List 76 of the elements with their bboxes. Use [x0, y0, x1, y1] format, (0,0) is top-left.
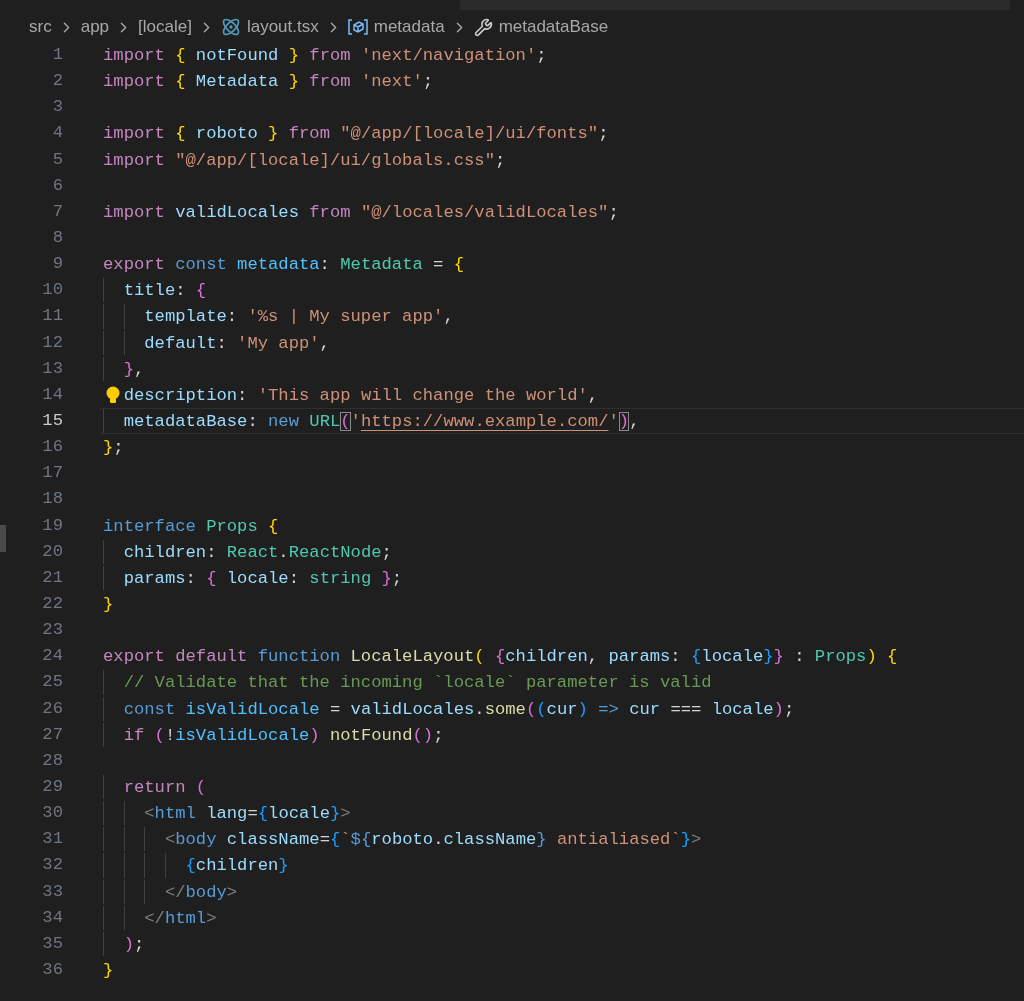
- line-number: 6: [51, 174, 63, 197]
- variable-icon: [347, 19, 368, 35]
- code-line: title: {: [123, 280, 207, 303]
- line-number: 33: [41, 880, 63, 903]
- line-number: 21: [41, 566, 63, 589]
- code-line: {children}: [185, 855, 289, 878]
- code-line: }: [103, 959, 114, 982]
- code-line: import { Metadata } from 'next';: [103, 71, 434, 94]
- breadcrumb-item[interactable]: metadataBase: [498, 14, 609, 40]
- resize-handle[interactable]: [0, 525, 6, 552]
- code-line: metadataBase: new URL('https://www.example.com/'),: [123, 410, 640, 433]
- code-line: }: [103, 593, 114, 616]
- line-number: 36: [41, 958, 63, 981]
- line-number: 3: [51, 96, 63, 119]
- code-line: };: [103, 437, 124, 460]
- line-number: 27: [41, 723, 63, 746]
- line-number: 19: [41, 514, 63, 537]
- code-line: return (: [123, 776, 207, 799]
- line-number: 7: [51, 200, 63, 223]
- line-number: 29: [41, 775, 63, 798]
- line-number: 4: [51, 122, 63, 145]
- line-number: 30: [41, 802, 63, 825]
- code-line: );: [123, 933, 145, 956]
- react-icon: [220, 17, 241, 37]
- code-line: import "@/app/[locale]/ui/globals.css";: [103, 149, 506, 172]
- breadcrumb-item[interactable]: metadata: [373, 14, 445, 40]
- line-number: 2: [51, 70, 63, 93]
- code-line: export const metadata: Metadata = {: [103, 254, 465, 277]
- code-line: if (!isValidLocale) notFound();: [123, 724, 444, 747]
- line-number: 12: [41, 331, 63, 354]
- code-line: description: 'This app will change the world',: [123, 384, 599, 407]
- line-number: 9: [51, 253, 63, 276]
- wrench-icon: [473, 17, 493, 37]
- code-line: import { notFound } from 'next/navigation';: [103, 45, 547, 67]
- code-line: interface Props {: [103, 515, 279, 538]
- line-number: 32: [41, 854, 63, 877]
- line-number: 15: [41, 409, 63, 432]
- code-line: export default function LocaleLayout( {children, params: {locale}} : Props) {: [103, 646, 898, 669]
- line-number: 24: [41, 645, 63, 668]
- code-line: import validLocales from "@/locales/validLocales";: [103, 201, 619, 224]
- line-number: 26: [41, 697, 63, 720]
- code-line: // Validate that the incoming `locale` parameter is valid: [123, 672, 712, 695]
- code-line: <html lang={locale}>: [144, 803, 351, 826]
- line-number: 1: [51, 44, 63, 66]
- line-number: 22: [41, 592, 63, 615]
- line-number: 10: [41, 279, 63, 302]
- line-number: 16: [41, 436, 63, 459]
- breadcrumb-item[interactable]: src: [29, 14, 52, 40]
- code-line: </body>: [164, 881, 238, 904]
- line-number: 20: [41, 540, 63, 563]
- lightbulb-icon[interactable]: [105, 385, 121, 406]
- line-number: 25: [41, 671, 63, 694]
- code-line: </html>: [144, 907, 217, 930]
- code-line: default: 'My app',: [144, 332, 330, 355]
- line-number: 5: [51, 148, 63, 171]
- line-number: 17: [41, 462, 63, 485]
- line-number: 34: [41, 906, 63, 929]
- code-line: <body className={`${roboto.className} antialiased`}>: [164, 829, 702, 852]
- breadcrumb-item[interactable]: app: [80, 14, 110, 40]
- line-number: 28: [41, 749, 63, 772]
- code-line: template: '%s | My super app',: [144, 306, 454, 329]
- line-number: 13: [41, 357, 63, 380]
- line-number: 23: [41, 619, 63, 642]
- breadcrumb-item[interactable]: layout.tsx: [246, 14, 319, 40]
- code-line: },: [123, 358, 145, 381]
- line-number: 31: [41, 828, 63, 851]
- code-line: const isValidLocale = validLocales.some((cur) => cur === locale);: [123, 698, 795, 721]
- line-number: 14: [41, 383, 63, 406]
- line-number: 35: [41, 932, 63, 955]
- code-line: import { roboto } from "@/app/[locale]/ui/fonts";: [103, 123, 609, 146]
- line-number: 18: [41, 488, 63, 511]
- line-number: 8: [51, 227, 63, 249]
- code-line: children: React.ReactNode;: [123, 541, 392, 564]
- line-number: 11: [41, 305, 63, 328]
- breadcrumb-item[interactable]: [locale]: [138, 14, 192, 40]
- code-line: params: { locale: string };: [123, 567, 403, 590]
